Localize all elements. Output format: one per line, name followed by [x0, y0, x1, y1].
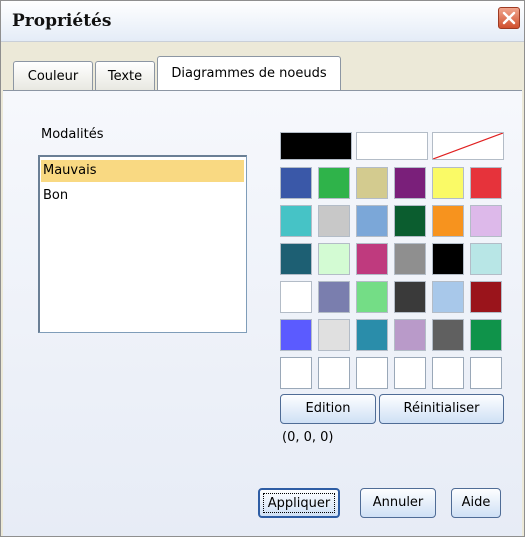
swatch-white[interactable] [356, 132, 428, 160]
swatch-empty[interactable] [432, 357, 464, 389]
swatch-color[interactable] [318, 205, 350, 237]
swatch-color[interactable] [318, 319, 350, 351]
swatch-color[interactable] [280, 319, 312, 351]
window-title: Propriétés [12, 11, 112, 31]
swatch-color[interactable] [432, 319, 464, 351]
swatch-color[interactable] [318, 243, 350, 275]
swatch-color[interactable] [356, 319, 388, 351]
swatch-black[interactable] [280, 132, 352, 160]
swatch-empty[interactable] [394, 357, 426, 389]
swatch-empty[interactable] [280, 357, 312, 389]
swatch-color[interactable] [280, 205, 312, 237]
tab-bar: Couleur Texte Diagrammes de noeuds [1, 51, 524, 91]
reset-button[interactable]: Réinitialiser [379, 394, 504, 424]
color-palette [280, 132, 504, 389]
swatch-color[interactable] [432, 167, 464, 199]
swatch-color[interactable] [394, 243, 426, 275]
swatch-color[interactable] [394, 281, 426, 313]
swatch-color[interactable] [318, 281, 350, 313]
swatch-color[interactable] [470, 243, 502, 275]
swatch-color[interactable] [470, 167, 502, 199]
swatch-color[interactable] [432, 205, 464, 237]
rgb-readout: (0, 0, 0) [282, 430, 334, 445]
swatch-color[interactable] [356, 281, 388, 313]
help-button[interactable]: Aide [451, 488, 501, 518]
apply-label: Appliquer [267, 496, 331, 511]
swatch-empty[interactable] [356, 357, 388, 389]
swatch-empty[interactable] [318, 357, 350, 389]
cancel-label: Annuler [372, 495, 424, 510]
tab-diagrammes-de-noeuds[interactable]: Diagrammes de noeuds [157, 56, 341, 90]
edition-label: Edition [305, 401, 351, 416]
cancel-button[interactable]: Annuler [360, 488, 436, 518]
tab-couleur[interactable]: Couleur [13, 61, 93, 90]
modalites-list[interactable]: Mauvais Bon [38, 155, 247, 333]
swatch-color[interactable] [280, 167, 312, 199]
swatch-color[interactable] [394, 319, 426, 351]
swatch-color[interactable] [280, 243, 312, 275]
modalites-label: Modalités [41, 127, 104, 142]
swatch-empty[interactable] [470, 357, 502, 389]
reset-label: Réinitialiser [403, 401, 480, 416]
swatch-color[interactable] [432, 281, 464, 313]
tab-texte[interactable]: Texte [95, 61, 155, 90]
list-item-mauvais[interactable]: Mauvais [41, 160, 244, 182]
swatch-color[interactable] [318, 167, 350, 199]
edition-button[interactable]: Edition [280, 394, 376, 424]
swatch-color[interactable] [356, 205, 388, 237]
swatch-color[interactable] [470, 319, 502, 351]
close-button[interactable] [498, 7, 520, 29]
apply-button[interactable]: Appliquer [258, 488, 340, 518]
swatch-color[interactable] [470, 205, 502, 237]
title-bar: Propriétés [1, 1, 524, 42]
swatch-color[interactable] [280, 281, 312, 313]
swatch-none[interactable] [432, 132, 504, 160]
swatch-color[interactable] [432, 243, 464, 275]
swatch-color[interactable] [356, 167, 388, 199]
properties-dialog: Propriétés Couleur Texte Diagrammes de n… [0, 0, 525, 537]
swatch-color[interactable] [356, 243, 388, 275]
help-label: Aide [461, 495, 491, 510]
swatch-color[interactable] [394, 167, 426, 199]
swatch-color[interactable] [470, 281, 502, 313]
list-item-bon[interactable]: Bon [41, 185, 244, 207]
close-x-icon [502, 11, 516, 25]
no-color-icon [433, 133, 503, 159]
swatch-color[interactable] [394, 205, 426, 237]
